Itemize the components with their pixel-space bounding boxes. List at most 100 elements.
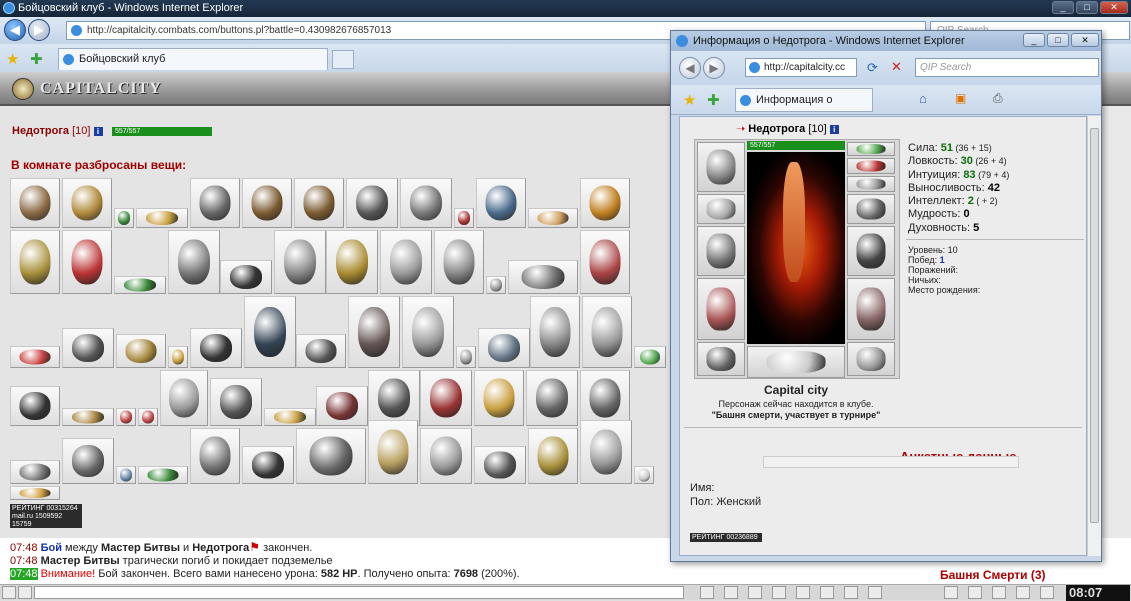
equipment-slot[interactable] <box>847 194 895 224</box>
room-item-slot[interactable] <box>10 178 60 228</box>
favorites-star-icon[interactable]: ★ <box>6 50 19 68</box>
popup-vertical-scrollbar[interactable] <box>1087 116 1101 556</box>
room-item-slot[interactable] <box>456 346 476 368</box>
player-name-line[interactable]: Недотрога [10] i <box>12 125 103 137</box>
room-item-slot[interactable] <box>580 420 632 484</box>
room-item-slot[interactable] <box>476 178 526 228</box>
room-item-slot[interactable] <box>10 386 60 426</box>
room-item-slot[interactable] <box>116 466 136 484</box>
chat-time[interactable]: 07:48 <box>10 568 38 580</box>
room-item-slot[interactable] <box>316 386 368 426</box>
tab-main[interactable]: Бойцовский клуб <box>58 48 328 70</box>
room-item-slot[interactable] <box>190 178 240 228</box>
toolbar-button[interactable] <box>772 586 786 599</box>
room-item-slot[interactable] <box>244 296 296 368</box>
rating-counter[interactable]: РЕЙТИНГ 00315264 mail.ru 1509592 15759 <box>10 504 82 528</box>
arrow-icon[interactable] <box>2 586 16 599</box>
toolbar-button[interactable] <box>820 586 834 599</box>
forward-button[interactable]: ▶ <box>28 19 50 41</box>
room-item-slot[interactable] <box>528 208 578 228</box>
room-item-slot[interactable] <box>242 446 294 484</box>
popup-forward-button[interactable]: ▶ <box>703 57 725 79</box>
room-item-slot[interactable] <box>10 230 60 294</box>
room-item-slot[interactable] <box>168 346 188 368</box>
room-item-slot[interactable] <box>346 178 398 228</box>
equipment-slot[interactable] <box>847 278 895 340</box>
room-item-slot[interactable] <box>220 260 272 294</box>
room-item-slot[interactable] <box>420 428 472 484</box>
room-item-slot[interactable] <box>508 260 578 294</box>
room-item-slot[interactable] <box>210 378 262 426</box>
toolbar-button[interactable] <box>700 586 714 599</box>
close-button[interactable]: ✕ <box>1100 1 1128 14</box>
room-item-slot[interactable] <box>530 296 580 368</box>
room-item-slot[interactable] <box>528 428 578 484</box>
chat-time[interactable]: 07:48 <box>10 555 38 567</box>
room-item-slot[interactable] <box>634 466 654 484</box>
equipment-slot[interactable] <box>697 194 745 224</box>
room-item-slot[interactable] <box>62 328 114 368</box>
equipment-slot[interactable] <box>847 158 895 174</box>
scrollbar-thumb[interactable] <box>1090 128 1099 523</box>
room-item-slot[interactable] <box>380 230 432 294</box>
room-item-slot[interactable] <box>160 370 208 426</box>
popup-maximize-button[interactable]: □ <box>1047 33 1069 47</box>
maximize-button[interactable]: □ <box>1076 1 1098 14</box>
print-icon[interactable]: ⎙ <box>993 91 1003 106</box>
chat-nick[interactable]: Мастер Битвы <box>101 542 180 554</box>
room-item-slot[interactable] <box>10 346 60 368</box>
back-button[interactable]: ◀ <box>4 19 26 41</box>
minimize-button[interactable]: _ <box>1052 1 1074 14</box>
chat-input[interactable] <box>34 586 684 599</box>
room-item-slot[interactable] <box>10 486 60 500</box>
room-item-slot[interactable] <box>478 328 530 368</box>
home-icon[interactable]: ⌂ <box>919 91 927 106</box>
room-item-slot[interactable] <box>62 408 114 426</box>
private-arrow-icon[interactable]: ➝ <box>736 123 745 135</box>
room-item-slot[interactable] <box>190 328 242 368</box>
toolbar-button[interactable] <box>796 586 810 599</box>
toolbar-button[interactable] <box>724 586 738 599</box>
chat-nick[interactable]: Мастер Битвы <box>41 555 120 567</box>
room-item-slot[interactable] <box>116 334 166 368</box>
equipment-slot[interactable] <box>847 176 895 192</box>
toolbar-button[interactable] <box>844 586 858 599</box>
room-item-slot[interactable] <box>116 408 136 426</box>
favorites-star-icon[interactable]: ★ <box>683 91 696 109</box>
equipment-slot[interactable] <box>847 226 895 276</box>
add-favorites-icon[interactable]: ✚ <box>30 50 43 68</box>
toolbar-button[interactable] <box>748 586 762 599</box>
room-item-slot[interactable] <box>420 370 472 426</box>
char-info-icon[interactable]: i <box>829 124 839 134</box>
room-item-slot[interactable] <box>348 296 400 368</box>
toolbar-button[interactable] <box>1016 586 1030 599</box>
room-item-slot[interactable] <box>580 178 630 228</box>
room-item-slot[interactable] <box>114 208 134 228</box>
toolbar-button[interactable] <box>868 586 882 599</box>
refresh-icon[interactable]: ⟳ <box>867 60 878 76</box>
room-item-slot[interactable] <box>402 296 454 368</box>
room-item-slot[interactable] <box>138 408 158 426</box>
player-info-icon[interactable]: i <box>93 126 103 136</box>
battle-link[interactable]: Бой <box>41 542 62 554</box>
equipment-slot[interactable] <box>747 346 845 378</box>
add-favorites-icon[interactable]: ✚ <box>707 91 720 109</box>
popup-close-button[interactable]: ✕ <box>1071 33 1099 47</box>
popup-back-button[interactable]: ◀ <box>679 57 701 79</box>
equipment-slot[interactable] <box>697 342 745 376</box>
room-item-slot[interactable] <box>138 466 188 484</box>
equipment-slot[interactable] <box>697 142 745 192</box>
room-item-slot[interactable] <box>242 178 292 228</box>
room-item-slot[interactable] <box>136 208 188 228</box>
room-item-slot[interactable] <box>296 334 346 368</box>
room-item-slot[interactable] <box>434 230 484 294</box>
room-item-slot[interactable] <box>62 178 112 228</box>
equipment-slot[interactable] <box>697 226 745 276</box>
room-item-slot[interactable] <box>400 178 452 228</box>
room-item-slot[interactable] <box>326 230 378 294</box>
room-item-slot[interactable] <box>634 346 666 368</box>
room-item-slot[interactable] <box>168 230 220 294</box>
toolbar-button[interactable] <box>992 586 1006 599</box>
player-name[interactable]: Недотрога <box>12 125 69 137</box>
room-item-slot[interactable] <box>486 276 506 294</box>
